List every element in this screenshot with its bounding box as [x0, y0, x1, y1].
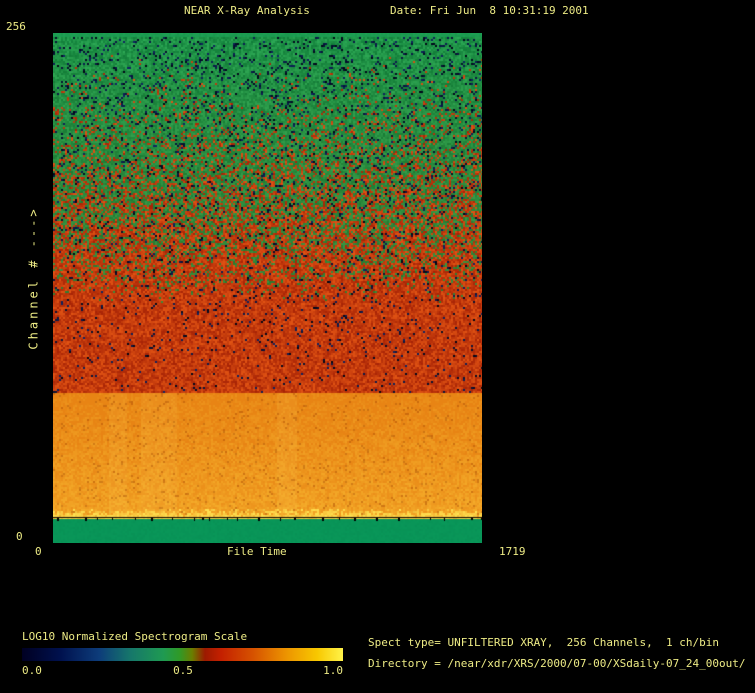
x-axis-min-label: 0 — [35, 545, 42, 558]
colorbar-tick-mid: 0.5 — [173, 664, 193, 677]
spect-type-line: Spect type= UNFILTERED XRAY, 256 Channel… — [368, 636, 719, 649]
x-axis-max-label: 1719 — [499, 545, 526, 558]
x-axis-title: File Time — [227, 545, 287, 558]
directory-line: Directory = /near/xdr/XRS/2000/07-00/XSd… — [368, 657, 746, 670]
colorbar-tick-max: 1.0 — [323, 664, 343, 677]
colorbar-gradient — [22, 648, 343, 661]
date-label: Date: Fri Jun 8 10:31:19 2001 — [390, 4, 589, 17]
near-xray-analysis-window: NEAR X-Ray Analysis Date: Fri Jun 8 10:3… — [0, 0, 755, 693]
y-axis-max-label: 256 — [6, 20, 26, 33]
y-axis-title: Channel # ---> — [26, 206, 41, 350]
y-axis-min-label: 0 — [16, 530, 23, 543]
colorbar-tick-min: 0.0 — [22, 664, 42, 677]
colorbar-title: LOG10 Normalized Spectrogram Scale — [22, 630, 248, 643]
page-title: NEAR X-Ray Analysis — [184, 4, 310, 17]
spectrogram-canvas — [53, 33, 482, 543]
